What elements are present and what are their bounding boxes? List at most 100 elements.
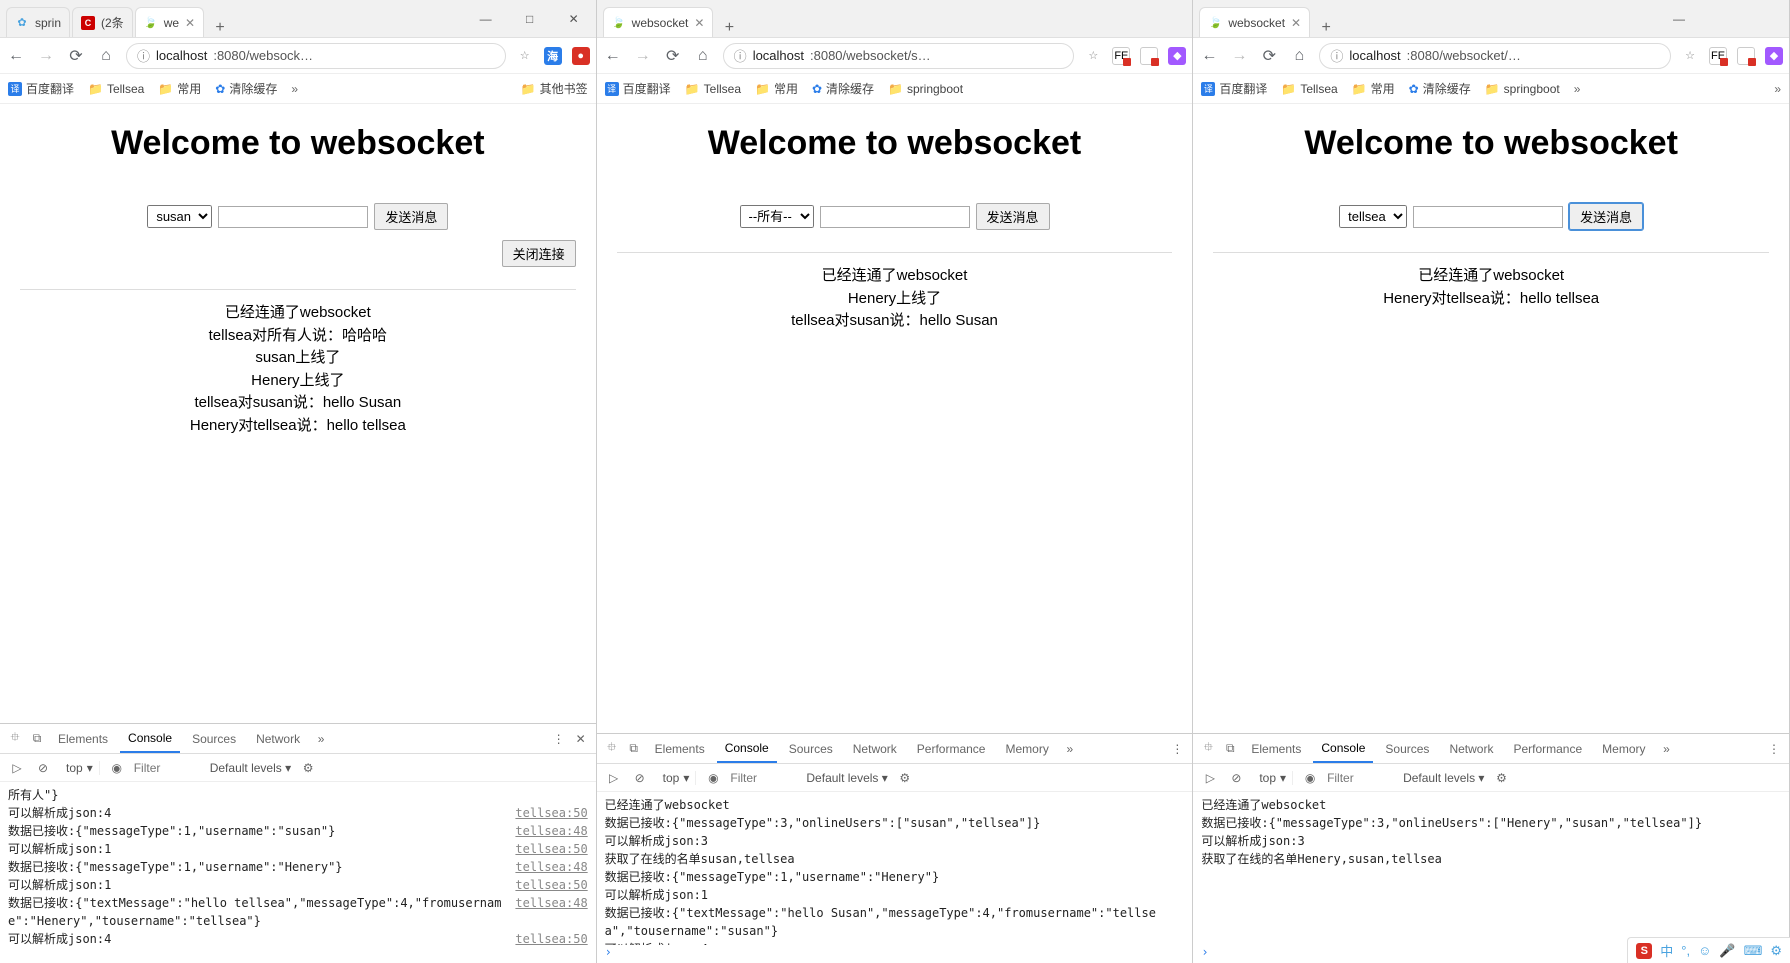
browser-tab[interactable]: 🍃we✕ — [135, 7, 204, 37]
extension-icon[interactable]: ◆ — [1765, 47, 1783, 65]
address-input[interactable]: ⓘlocalhost:8080/websocket/s… — [723, 43, 1075, 69]
maximize-button[interactable] — [1701, 0, 1745, 37]
send-button[interactable]: 发送消息 — [374, 203, 448, 230]
bookmark-item[interactable]: 📁springboot — [888, 82, 963, 96]
play-icon[interactable]: ▷ — [1201, 771, 1219, 785]
device-icon[interactable]: ⧉ — [625, 741, 643, 756]
context-select[interactable]: top▾ — [657, 771, 697, 785]
site-info-icon[interactable]: ⓘ — [734, 46, 747, 65]
forward-button[interactable]: → — [36, 47, 56, 65]
extension-icon[interactable]: ● — [572, 47, 590, 65]
bookmark-star-icon[interactable]: ☆ — [516, 47, 534, 65]
message-input[interactable] — [820, 206, 970, 228]
console-source[interactable]: tellsea:50 — [515, 876, 587, 894]
new-tab-button[interactable]: + — [1312, 19, 1340, 37]
site-info-icon[interactable]: ⓘ — [1330, 46, 1343, 65]
bookmark-item[interactable]: 译百度翻译 — [1201, 80, 1267, 97]
device-icon[interactable]: ⧉ — [28, 731, 46, 746]
devtools-tab[interactable]: Network — [845, 736, 905, 762]
gear-icon[interactable]: ⚙ — [1492, 771, 1510, 785]
ime-kbd-icon[interactable]: ⌨ — [1744, 943, 1763, 959]
play-icon[interactable]: ▷ — [8, 761, 26, 775]
filter-input[interactable] — [730, 771, 790, 785]
message-input[interactable] — [1413, 206, 1563, 228]
ime-punct-icon[interactable]: °, — [1681, 943, 1690, 958]
clear-icon[interactable]: ⊘ — [34, 761, 52, 775]
console-source[interactable]: tellsea:48 — [515, 894, 587, 930]
ime-mic-icon[interactable]: 🎤 — [1719, 943, 1735, 959]
eye-icon[interactable]: ◉ — [1301, 771, 1319, 785]
extension-icon[interactable]: FE — [1709, 47, 1727, 65]
levels-select[interactable]: Default levels ▾ — [1403, 771, 1484, 785]
bookmark-item[interactable]: 📁常用 — [755, 80, 798, 97]
devtools-tab[interactable]: Console — [717, 735, 777, 763]
gear-icon[interactable]: ⚙ — [896, 771, 914, 785]
new-tab-button[interactable]: + — [715, 19, 743, 37]
filter-input[interactable] — [1327, 771, 1387, 785]
ime-bar[interactable]: S中°,☺🎤⌨⚙ — [1627, 937, 1790, 963]
close-icon[interactable]: ✕ — [1291, 16, 1301, 30]
devtools-tab[interactable]: Network — [248, 726, 308, 752]
gear-icon[interactable]: ⚙ — [299, 761, 317, 775]
browser-tab[interactable]: ✿sprin — [6, 7, 70, 37]
maximize-button[interactable]: □ — [508, 0, 552, 37]
close-icon[interactable]: ✕ — [694, 16, 704, 30]
levels-select[interactable]: Default levels ▾ — [210, 761, 291, 775]
console-source[interactable]: tellsea:50 — [515, 930, 587, 948]
filter-input[interactable] — [134, 761, 194, 775]
extension-icon[interactable] — [1737, 47, 1755, 65]
message-input[interactable] — [218, 206, 368, 228]
levels-select[interactable]: Default levels ▾ — [806, 771, 887, 785]
eye-icon[interactable]: ◉ — [108, 761, 126, 775]
reload-button[interactable]: ⟳ — [66, 46, 86, 66]
devtools-tab[interactable]: Performance — [909, 736, 994, 762]
bookmarks-overflow[interactable]: » — [291, 82, 298, 96]
devtools-tab[interactable]: Elements — [1243, 736, 1309, 762]
context-select[interactable]: top▾ — [1253, 771, 1293, 785]
devtools-overflow[interactable]: » — [1061, 742, 1079, 756]
ime-gear-icon[interactable]: ⚙ — [1770, 943, 1782, 959]
back-button[interactable]: ← — [1199, 47, 1219, 65]
back-button[interactable]: ← — [603, 47, 623, 65]
close-window-button[interactable] — [1745, 0, 1789, 37]
home-button[interactable]: ⌂ — [96, 47, 116, 65]
site-info-icon[interactable]: ⓘ — [137, 46, 150, 65]
console-source[interactable]: tellsea:50 — [515, 840, 587, 858]
inspect-icon[interactable]: ⯐ — [603, 738, 621, 759]
send-button[interactable]: 发送消息 — [976, 203, 1050, 230]
bookmark-item[interactable]: 📁其他书签 — [521, 80, 588, 97]
bookmark-item[interactable]: ✿清除缓存 — [215, 80, 277, 97]
devtools-overflow[interactable]: » — [312, 732, 330, 746]
new-tab-button[interactable]: + — [206, 19, 234, 37]
bookmarks-overflow[interactable]: » — [1774, 82, 1781, 96]
bookmarks-overflow[interactable]: » — [1574, 82, 1581, 96]
devtools-close-icon[interactable]: ✕ — [572, 732, 590, 746]
devtools-tab[interactable]: Memory — [1594, 736, 1653, 762]
device-icon[interactable]: ⧉ — [1221, 741, 1239, 756]
reload-button[interactable]: ⟳ — [663, 46, 683, 66]
bookmark-item[interactable]: ✿清除缓存 — [1409, 80, 1471, 97]
extension-icon[interactable]: FE — [1112, 47, 1130, 65]
close-icon[interactable]: ✕ — [185, 16, 195, 30]
home-button[interactable]: ⌂ — [693, 47, 713, 65]
bookmark-item[interactable]: 📁springboot — [1485, 82, 1560, 96]
extension-icon[interactable]: 海 — [544, 47, 562, 65]
devtools-tab[interactable]: Elements — [647, 736, 713, 762]
browser-tab[interactable]: 🍃websocket✕ — [1199, 7, 1310, 37]
address-input[interactable]: ⓘlocalhost:8080/websock… — [126, 43, 506, 69]
devtools-tab[interactable]: Console — [120, 725, 180, 753]
inspect-icon[interactable]: ⯐ — [1199, 738, 1217, 759]
devtools-tab[interactable]: Elements — [50, 726, 116, 752]
context-select[interactable]: top▾ — [60, 761, 100, 775]
reload-button[interactable]: ⟳ — [1259, 46, 1279, 66]
devtools-more-icon[interactable]: ⋮ — [1765, 742, 1783, 756]
bookmark-item[interactable]: 📁Tellsea — [685, 82, 741, 96]
inspect-icon[interactable]: ⯐ — [6, 728, 24, 749]
recipient-select[interactable]: tellsea — [1339, 205, 1407, 228]
devtools-tab[interactable]: Performance — [1505, 736, 1590, 762]
eye-icon[interactable]: ◉ — [704, 771, 722, 785]
browser-tab[interactable]: 🍃websocket✕ — [603, 7, 714, 37]
console-output[interactable]: 已经连通了websocket数据已接收:{"messageType":3,"on… — [1193, 792, 1789, 945]
console-source[interactable]: tellsea:48 — [515, 822, 587, 840]
devtools-tab[interactable]: Network — [1441, 736, 1501, 762]
